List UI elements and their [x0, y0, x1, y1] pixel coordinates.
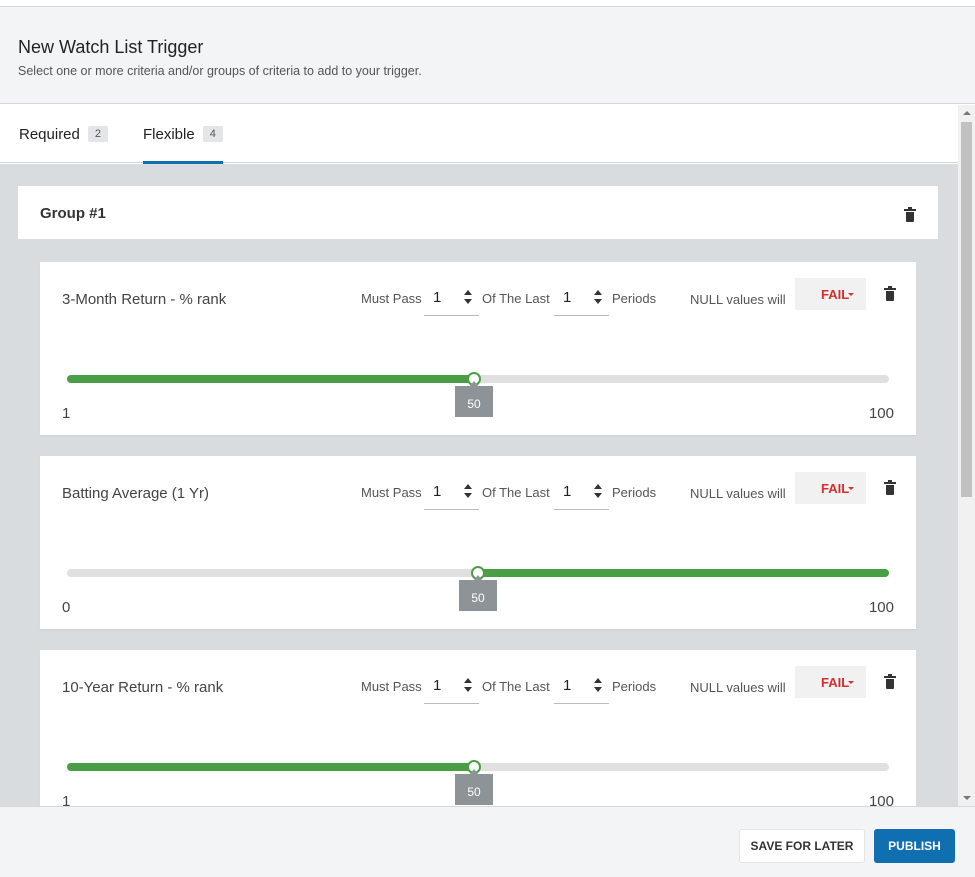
slider-max-label: 100 — [868, 793, 894, 806]
null-values-label: NULL values will — [690, 680, 786, 695]
range-slider-fill — [67, 375, 474, 383]
of-the-last-value: 1 — [563, 677, 572, 694]
criterion-card: Batting Average (1 Yr) Must Pass 1 Of The L… — [40, 456, 916, 629]
slider-value-tooltip: 50 — [455, 381, 493, 417]
delete-criterion-trash-icon[interactable] — [884, 286, 896, 301]
null-action-dropdown[interactable]: FAIL — [795, 472, 866, 504]
tab-count-badge: 4 — [202, 126, 223, 142]
save-for-later-button[interactable]: SAVE FOR LATER — [739, 829, 865, 863]
must-pass-stepper[interactable]: 1 — [424, 476, 479, 510]
criterion-name: Batting Average (1 Yr) — [62, 485, 210, 502]
scrollbar-thumb[interactable] — [961, 122, 972, 497]
null-action-dropdown[interactable]: FAIL — [795, 666, 866, 698]
group-header: Group #1 — [18, 186, 938, 239]
null-values-label: NULL values will — [690, 486, 786, 501]
dialog-title: New Watch List Trigger — [18, 37, 204, 57]
criteria-content-area: Group #1 3-Month Return - % rank Must Pas… — [0, 164, 958, 806]
criterion-card: 3-Month Return - % rank Must Pass 1 Of The … — [40, 262, 916, 435]
publish-button[interactable]: PUBLISH — [874, 829, 955, 863]
slider-max-label: 100 — [868, 405, 894, 422]
dialog-subtitle: Select one or more criteria and/or group… — [18, 64, 422, 78]
null-action-value: FAIL — [821, 675, 850, 690]
tab-bar: Required 2 Flexible 4 — [0, 105, 958, 164]
slider-value-tooltip: 50 — [459, 575, 497, 611]
slider-min-label: 1 — [62, 405, 71, 422]
of-the-last-label: Of The Last — [482, 679, 550, 694]
criterion-card: 10-Year Return - % rank Must Pass 1 Of The … — [40, 650, 916, 806]
spinner-arrows-icon[interactable] — [463, 678, 473, 694]
scroll-up-arrow-icon[interactable] — [963, 111, 971, 115]
range-slider-track[interactable] — [67, 372, 889, 386]
null-action-value: FAIL — [821, 481, 850, 496]
of-the-last-stepper[interactable]: 1 — [554, 282, 609, 316]
vertical-scrollbar[interactable] — [958, 105, 975, 806]
periods-label: Periods — [612, 291, 657, 306]
delete-criterion-trash-icon[interactable] — [884, 480, 896, 495]
must-pass-value: 1 — [433, 677, 442, 694]
null-values-label: NULL values will — [690, 292, 786, 307]
of-the-last-value: 1 — [563, 483, 572, 500]
scroll-down-arrow-icon[interactable] — [963, 796, 971, 800]
range-slider-fill — [478, 569, 889, 577]
dialog-footer: SAVE FOR LATER PUBLISH — [0, 806, 975, 877]
of-the-last-stepper[interactable]: 1 — [554, 476, 609, 510]
tab-flexible[interactable]: Flexible 4 — [143, 105, 223, 164]
spinner-arrows-icon[interactable] — [593, 678, 603, 694]
slider-min-label: 0 — [62, 599, 71, 616]
slider-max-label: 100 — [868, 599, 894, 616]
must-pass-value: 1 — [433, 483, 442, 500]
caret-down-icon — [848, 487, 854, 490]
tab-label: Required — [19, 125, 80, 143]
delete-criterion-trash-icon[interactable] — [884, 674, 896, 689]
criterion-name: 3-Month Return - % rank — [62, 291, 227, 308]
must-pass-stepper[interactable]: 1 — [424, 670, 479, 704]
of-the-last-label: Of The Last — [482, 291, 550, 306]
spinner-arrows-icon[interactable] — [463, 290, 473, 306]
slider-value-tooltip: 50 — [455, 769, 493, 805]
slider-min-label: 1 — [62, 793, 71, 806]
spinner-arrows-icon[interactable] — [593, 484, 603, 500]
must-pass-stepper[interactable]: 1 — [424, 282, 479, 316]
tab-label: Flexible — [143, 125, 195, 143]
null-action-dropdown[interactable]: FAIL — [795, 278, 866, 310]
periods-label: Periods — [612, 485, 657, 500]
tab-count-badge: 2 — [87, 126, 108, 142]
spinner-arrows-icon[interactable] — [593, 290, 603, 306]
must-pass-label: Must Pass — [361, 485, 422, 500]
of-the-last-stepper[interactable]: 1 — [554, 670, 609, 704]
spinner-arrows-icon[interactable] — [463, 484, 473, 500]
range-slider-fill — [67, 763, 474, 771]
range-slider-track[interactable] — [67, 760, 889, 774]
must-pass-label: Must Pass — [361, 679, 422, 694]
of-the-last-value: 1 — [563, 289, 572, 306]
criterion-name: 10-Year Return - % rank — [62, 679, 224, 696]
delete-group-trash-icon[interactable] — [904, 207, 916, 222]
group-title: Group #1 — [40, 205, 106, 222]
caret-down-icon — [848, 293, 854, 296]
must-pass-value: 1 — [433, 289, 442, 306]
dialog-header: New Watch List Trigger Select one or mor… — [0, 7, 975, 104]
periods-label: Periods — [612, 679, 657, 694]
must-pass-label: Must Pass — [361, 291, 422, 306]
caret-down-icon — [848, 681, 854, 684]
null-action-value: FAIL — [821, 287, 850, 302]
criteria-group: Group #1 3-Month Return - % rank Must Pas… — [18, 186, 938, 806]
of-the-last-label: Of The Last — [482, 485, 550, 500]
tab-required[interactable]: Required 2 — [19, 105, 108, 163]
top-border — [0, 0, 975, 7]
